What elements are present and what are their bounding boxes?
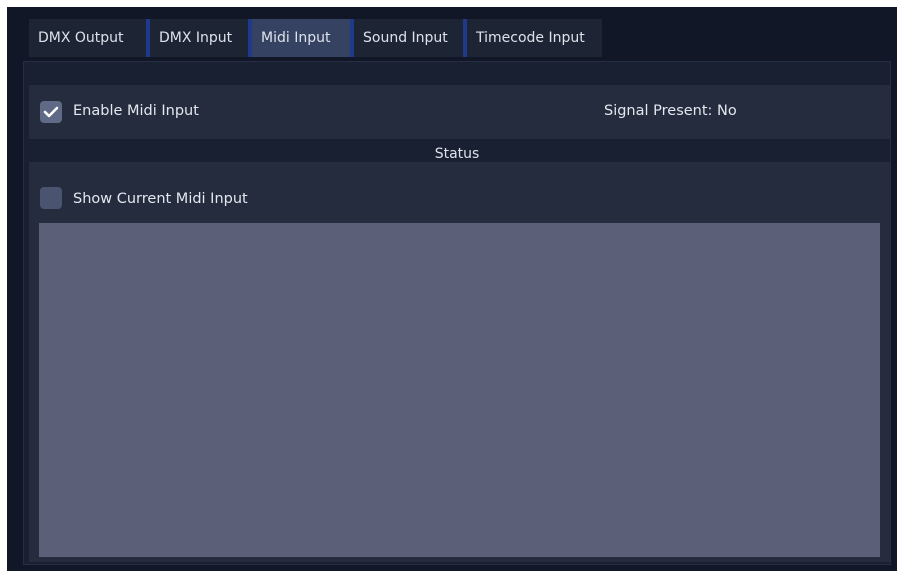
status-panel: Show Current Midi Input bbox=[29, 162, 890, 562]
enable-midi-label: Enable Midi Input bbox=[73, 103, 199, 119]
show-current-midi-label: Show Current Midi Input bbox=[73, 191, 248, 207]
tab-content-panel: Enable Midi Input Signal Present: No Sta… bbox=[23, 61, 891, 565]
tab-timecode-input[interactable]: Timecode Input bbox=[463, 19, 602, 57]
show-current-midi-checkbox[interactable] bbox=[40, 187, 62, 209]
enable-midi-row: Enable Midi Input Signal Present: No bbox=[29, 85, 890, 139]
tab-bar: DMX Output DMX Input Midi Input Sound In… bbox=[29, 19, 602, 57]
midi-input-display-area bbox=[39, 223, 880, 557]
tab-dmx-input[interactable]: DMX Input bbox=[146, 19, 248, 57]
status-section-title: Status bbox=[434, 146, 480, 162]
checkmark-icon bbox=[43, 106, 59, 118]
tab-midi-input[interactable]: Midi Input bbox=[248, 19, 350, 57]
signal-present-status: Signal Present: No bbox=[604, 103, 737, 119]
tab-sound-input[interactable]: Sound Input bbox=[350, 19, 463, 57]
tab-dmx-output[interactable]: DMX Output bbox=[29, 19, 146, 57]
midi-input-settings-window: DMX Output DMX Input Midi Input Sound In… bbox=[7, 7, 897, 571]
enable-midi-checkbox[interactable] bbox=[40, 101, 62, 123]
